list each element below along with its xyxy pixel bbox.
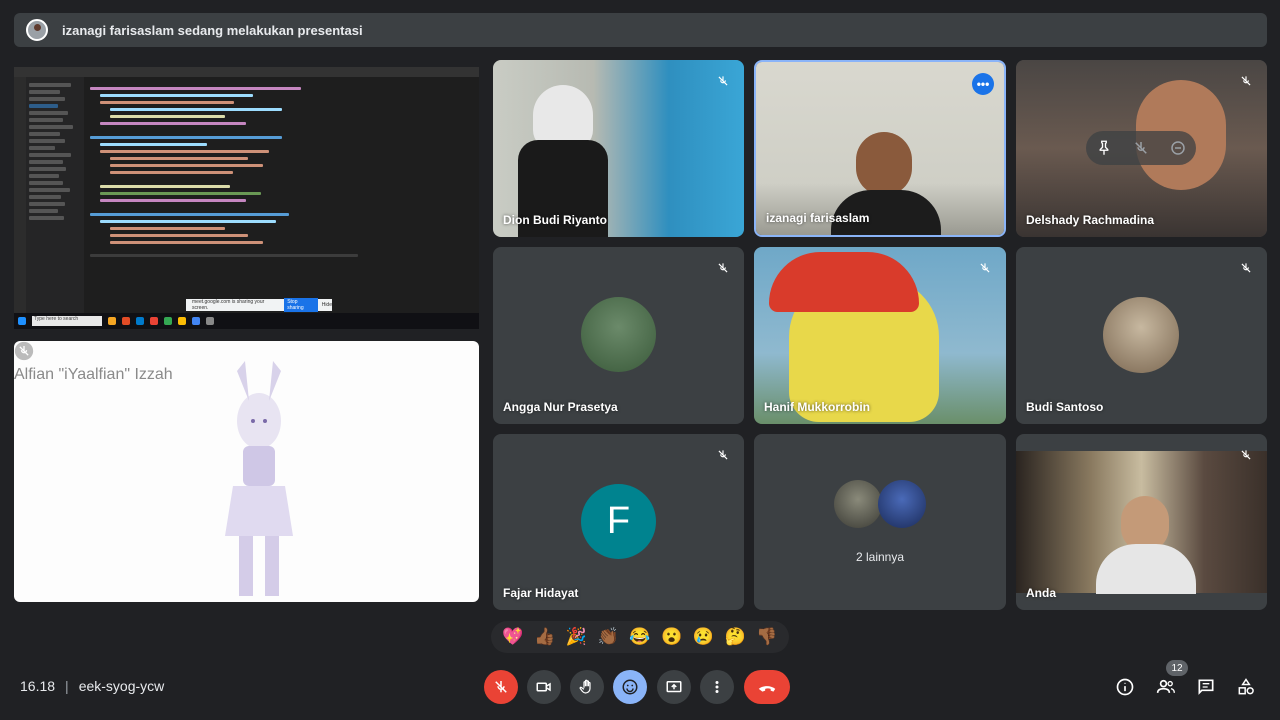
participant-name: izanagi farisaslam [766, 211, 870, 225]
meeting-details-button[interactable] [1114, 676, 1136, 698]
mic-off-icon [1241, 76, 1251, 86]
reaction-thumbs-up[interactable]: 👍🏾 [534, 627, 555, 647]
reaction-crying[interactable]: 😢 [693, 627, 714, 647]
mic-off-indicator [714, 72, 732, 90]
mic-off-icon [718, 450, 728, 460]
more-options-button[interactable] [700, 670, 734, 704]
shapes-icon [1238, 678, 1254, 695]
editor-code-area [84, 77, 479, 313]
camera-toggle-button[interactable] [527, 670, 561, 704]
clock-time: 16.18 [20, 678, 56, 694]
more-options-button[interactable]: ••• [972, 73, 994, 95]
mic-off-icon [14, 341, 34, 361]
reactions-button[interactable] [613, 670, 647, 704]
participant-avatar [834, 480, 882, 528]
pin-icon[interactable] [1095, 139, 1113, 157]
participant-name: Angga Nur Prasetya [503, 400, 618, 414]
reaction-party-popper[interactable]: 🎉 [566, 627, 587, 647]
leave-call-button[interactable] [744, 670, 790, 704]
others-tile[interactable]: 2 lainnya [754, 434, 1006, 610]
more-vertical-icon [715, 681, 719, 693]
participant-name: Delshady Rachmadina [1026, 213, 1155, 227]
reaction-thumbs-down[interactable]: 👎🏾 [756, 627, 777, 647]
presentation-banner: izanagi farisaslam sedang melakukan pres… [14, 13, 1267, 47]
reaction-surprised[interactable]: 😮 [661, 627, 682, 647]
raise-hand-button[interactable] [570, 670, 604, 704]
mic-off-icon [1241, 263, 1251, 273]
reaction-clapping[interactable]: 👏🏾 [598, 627, 619, 647]
info-icon [1116, 678, 1134, 696]
windows-taskbar: Type here to search [14, 313, 479, 329]
mic-off-indicator [1237, 259, 1255, 277]
anime-character-image [225, 361, 293, 596]
meeting-code: eek-syog-ycw [78, 678, 165, 694]
present-screen-icon [666, 681, 682, 693]
participant-tile[interactable]: Dion Budi Riyanto [493, 60, 744, 237]
reactions-bar: 💖 👍🏾 🎉 👏🏾 😂 😮 😢 🤔 👎🏾 [491, 621, 789, 653]
video-camera-icon [536, 682, 551, 692]
participant-name: Hanif Mukkorrobin [764, 400, 871, 414]
participant-tile[interactable]: Hanif Mukkorrobin [754, 247, 1006, 424]
mic-off-indicator [976, 259, 994, 277]
hand-icon [579, 679, 591, 694]
editor-file-explorer [26, 77, 84, 313]
participant-tile[interactable]: Delshady Rachmadina [1016, 60, 1267, 237]
participant-tile-active-speaker[interactable]: ••• izanagi farisaslam [754, 60, 1006, 237]
remove-participant-icon[interactable] [1169, 139, 1187, 157]
people-icon [1156, 679, 1175, 693]
participant-initial-avatar: F [581, 484, 656, 559]
participant-name: Anda [1026, 586, 1056, 600]
hang-up-icon [758, 686, 776, 692]
participant-name: Alfian "iYaalfian" Izzah [14, 366, 173, 383]
stop-sharing-button[interactable]: Stop sharing [284, 298, 318, 312]
mic-off-icon [980, 263, 990, 273]
meeting-info: 16.18 | eek-syog-ycw [20, 678, 165, 694]
pinned-participant-tile[interactable]: Alfian "iYaalfian" Izzah [14, 341, 479, 602]
chat-icon [1198, 679, 1214, 695]
reaction-thinking[interactable]: 🤔 [725, 627, 746, 647]
person-face [856, 132, 912, 196]
participant-avatar [878, 480, 926, 528]
sharing-text: meet.google.com is sharing your screen. [192, 299, 265, 311]
taskbar-search: Type here to search [32, 316, 102, 326]
mic-off-icon [718, 263, 728, 273]
presenter-avatar [26, 19, 48, 41]
present-screen-button[interactable] [657, 670, 691, 704]
people-button[interactable] [1155, 676, 1177, 698]
participant-name: Dion Budi Riyanto [503, 213, 607, 227]
reaction-sparkling-heart[interactable]: 💖 [502, 627, 523, 647]
screen-share-view[interactable]: Type here to search meet.google.com is s… [14, 67, 479, 329]
participant-name: Budi Santoso [1026, 400, 1104, 414]
participant-avatar [581, 297, 656, 372]
editor-title-bar [14, 67, 479, 77]
emoji-icon [622, 679, 638, 695]
mic-off-indicator [714, 446, 732, 464]
mic-off-icon [718, 76, 728, 86]
participant-count-badge: 12 [1166, 660, 1188, 676]
sharing-notification-bar: meet.google.com is sharing your screen. … [186, 298, 332, 312]
red-beret [769, 252, 919, 312]
editor-activity-bar [14, 77, 26, 313]
more-participants-label: 2 lainnya [855, 550, 905, 564]
mute-participant-icon[interactable] [1132, 139, 1150, 157]
participant-tile[interactable]: Angga Nur Prasetya [493, 247, 744, 424]
microphone-toggle-button[interactable] [484, 670, 518, 704]
reaction-joy[interactable]: 😂 [629, 627, 650, 647]
mic-off-indicator [1237, 446, 1255, 464]
mic-off-indicator [714, 259, 732, 277]
tile-hover-controls [1086, 131, 1196, 165]
activities-button[interactable] [1235, 676, 1257, 698]
chat-button[interactable] [1195, 676, 1217, 698]
hide-button[interactable]: Hide [322, 302, 332, 308]
presentation-status-text: izanagi farisaslam sedang melakukan pres… [62, 22, 363, 38]
mic-off-icon [1241, 450, 1251, 460]
participant-name: Fajar Hidayat [503, 586, 579, 600]
mic-off-icon [495, 681, 507, 693]
participant-avatar [1103, 297, 1179, 373]
mic-off-indicator [1237, 72, 1255, 90]
participant-tile[interactable]: Budi Santoso [1016, 247, 1267, 424]
participant-tile[interactable]: F Fajar Hidayat [493, 434, 744, 610]
self-tile[interactable]: Anda [1016, 434, 1267, 610]
